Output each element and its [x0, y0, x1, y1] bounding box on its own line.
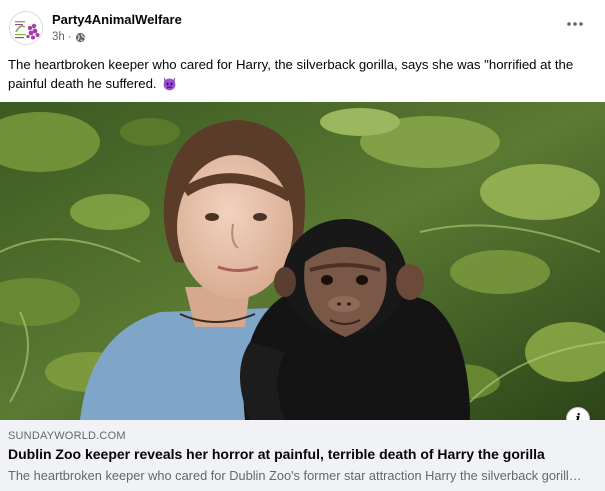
more-horizontal-icon	[567, 22, 583, 26]
keeper-with-chimpanzee-photo	[0, 102, 605, 420]
angry-devil-emoji	[163, 76, 176, 91]
post-timestamp[interactable]: 3h	[52, 31, 65, 43]
facebook-post: Party4AnimalWelfare 3h · The heartbroken…	[0, 0, 605, 491]
page-avatar[interactable]	[9, 11, 43, 45]
post-header: Party4AnimalWelfare 3h ·	[0, 0, 605, 54]
link-preview-photo[interactable]	[0, 102, 605, 420]
post-caption: The heartbroken keeper who cared for Har…	[8, 55, 598, 93]
page-name-link[interactable]: Party4AnimalWelfare	[52, 12, 182, 27]
party-logo-icon	[10, 12, 42, 44]
caption-text: The heartbroken keeper who cared for Har…	[8, 57, 574, 91]
globe-icon	[75, 32, 85, 42]
link-title[interactable]: Dublin Zoo keeper reveals her horror at …	[8, 446, 545, 462]
more-options-button[interactable]	[561, 12, 589, 36]
link-description: The heartbroken keeper who cared for Dub…	[8, 468, 586, 483]
link-preview-card[interactable]: SUNDAYWORLD.COM Dublin Zoo keeper reveal…	[0, 420, 605, 491]
post-meta: 3h ·	[52, 31, 86, 43]
link-domain: SUNDAYWORLD.COM	[8, 430, 126, 442]
meta-separator: ·	[67, 31, 72, 43]
